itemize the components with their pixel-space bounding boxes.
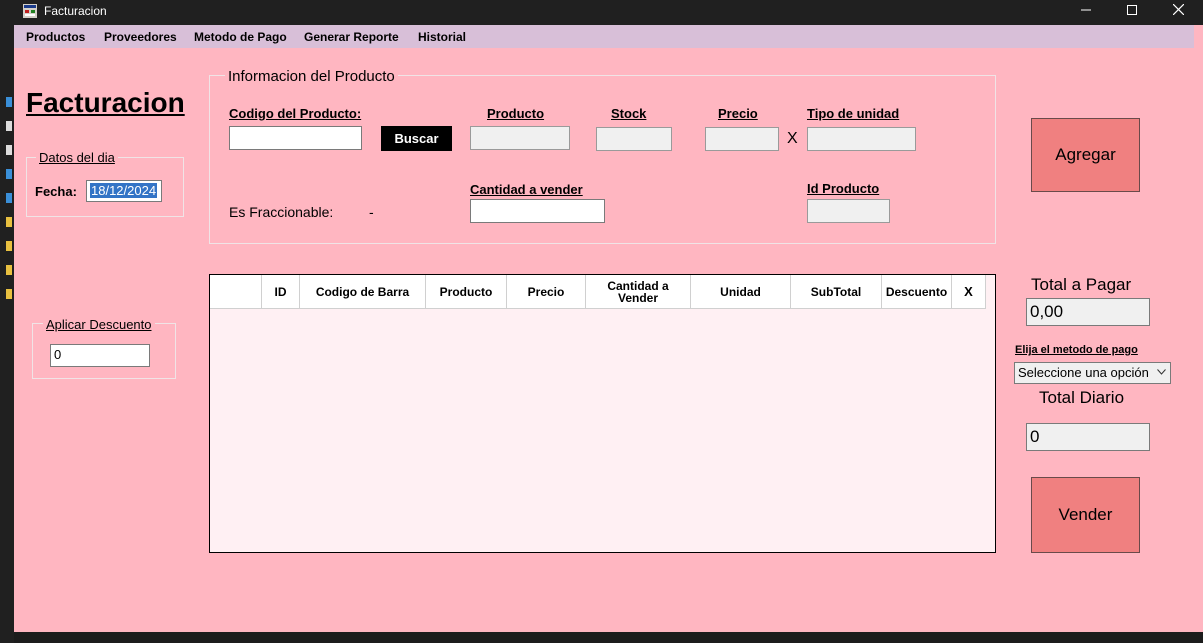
productos-grid[interactable]: ID Codigo de Barra Producto Precio Canti… — [209, 274, 996, 553]
fecha-field[interactable]: 18/12/2024 — [86, 180, 162, 202]
folder-icon — [6, 241, 12, 251]
datos-del-dia-legend: Datos del dia — [36, 150, 118, 165]
grid-header-descuento[interactable]: Descuento — [882, 275, 952, 308]
buscar-button[interactable]: Buscar — [381, 126, 452, 151]
grid-header-producto[interactable]: Producto — [426, 275, 507, 308]
fecha-value: 18/12/2024 — [90, 183, 158, 198]
producto-field — [470, 126, 570, 150]
menu-metodo-de-pago[interactable]: Metodo de Pago — [194, 30, 287, 44]
app-icon — [23, 4, 37, 18]
minimize-icon — [1081, 9, 1091, 11]
grid-header-selector — [210, 275, 262, 308]
chevron-down-icon[interactable] — [1154, 363, 1168, 383]
grid-header-codigo-barra[interactable]: Codigo de Barra — [300, 275, 426, 308]
folder-icon — [6, 217, 12, 227]
folder-icon — [6, 97, 12, 107]
grid-header-cantidad-vender[interactable]: Cantidad a Vender — [586, 275, 691, 308]
folder-icon — [6, 169, 12, 179]
id-producto-label: Id Producto — [807, 181, 880, 196]
informacion-producto-legend: Informacion del Producto — [225, 68, 398, 85]
grid-header-id[interactable]: ID — [262, 275, 300, 308]
agregar-button[interactable]: Agregar — [1031, 118, 1140, 192]
descuento-input[interactable]: 0 — [50, 344, 150, 367]
aplicar-descuento-legend: Aplicar Descuento — [43, 317, 155, 332]
multiply-sign: X — [787, 130, 798, 147]
total-pagar-label: Total a Pagar — [1031, 275, 1132, 294]
desktop-background — [0, 0, 14, 643]
minimize-button[interactable] — [1063, 0, 1109, 22]
id-producto-field — [807, 199, 890, 223]
grid-header-precio[interactable]: Precio — [507, 275, 586, 308]
codigo-producto-input[interactable] — [229, 126, 362, 150]
fecha-label: Fecha: — [35, 184, 77, 199]
folder-icon — [6, 289, 12, 299]
file-icon — [6, 121, 12, 131]
grid-header: ID Codigo de Barra Producto Precio Canti… — [210, 275, 986, 309]
fraccionable-label: Es Fraccionable: — [229, 204, 334, 220]
menu-historial[interactable]: Historial — [418, 30, 466, 44]
vender-button[interactable]: Vender — [1031, 477, 1140, 553]
menu-generar-reporte[interactable]: Generar Reporte — [304, 30, 399, 44]
folder-icon — [6, 193, 12, 203]
grid-header-subtotal[interactable]: SubTotal — [791, 275, 882, 308]
metodo-pago-label: Elija el metodo de pago — [1015, 344, 1138, 356]
total-diario-field: 0 — [1026, 423, 1150, 451]
codigo-producto-label: Codigo del Producto: — [229, 106, 362, 121]
tipo-unidad-label: Tipo de unidad — [807, 106, 900, 121]
grid-header-remove[interactable]: X — [952, 275, 986, 308]
menu-productos[interactable]: Productos — [26, 30, 85, 44]
stock-label: Stock — [611, 106, 647, 121]
cantidad-vender-input[interactable] — [470, 199, 605, 223]
menu-proveedores[interactable]: Proveedores — [104, 30, 177, 44]
close-button[interactable] — [1155, 0, 1201, 22]
stock-field — [596, 127, 672, 151]
producto-label: Producto — [487, 106, 545, 121]
folder-icon — [6, 265, 12, 275]
metodo-pago-select[interactable]: Seleccione una opción — [1014, 362, 1171, 384]
menu-bar: Productos Proveedores Metodo de Pago Gen… — [14, 25, 1194, 48]
grid-header-unidad[interactable]: Unidad — [691, 275, 791, 308]
maximize-icon — [1127, 5, 1137, 15]
fraccionable-value: - — [369, 204, 374, 220]
total-pagar-field: 0,00 — [1026, 298, 1150, 326]
close-icon — [1172, 3, 1184, 16]
tipo-unidad-field — [807, 127, 916, 151]
title-bar: Facturacion — [14, 0, 1203, 25]
cantidad-vender-label: Cantidad a vender — [470, 182, 583, 197]
metodo-pago-selected: Seleccione una opción — [1018, 365, 1149, 380]
facturacion-window: Facturacion Productos Proveedores Metodo… — [14, 0, 1203, 632]
maximize-button[interactable] — [1109, 0, 1155, 22]
total-diario-label: Total Diario — [1039, 388, 1125, 407]
file-icon — [6, 145, 12, 155]
precio-label: Precio — [718, 106, 758, 121]
window-title: Facturacion — [44, 4, 107, 18]
precio-field — [705, 127, 779, 151]
page-title: Facturacion — [26, 87, 185, 118]
